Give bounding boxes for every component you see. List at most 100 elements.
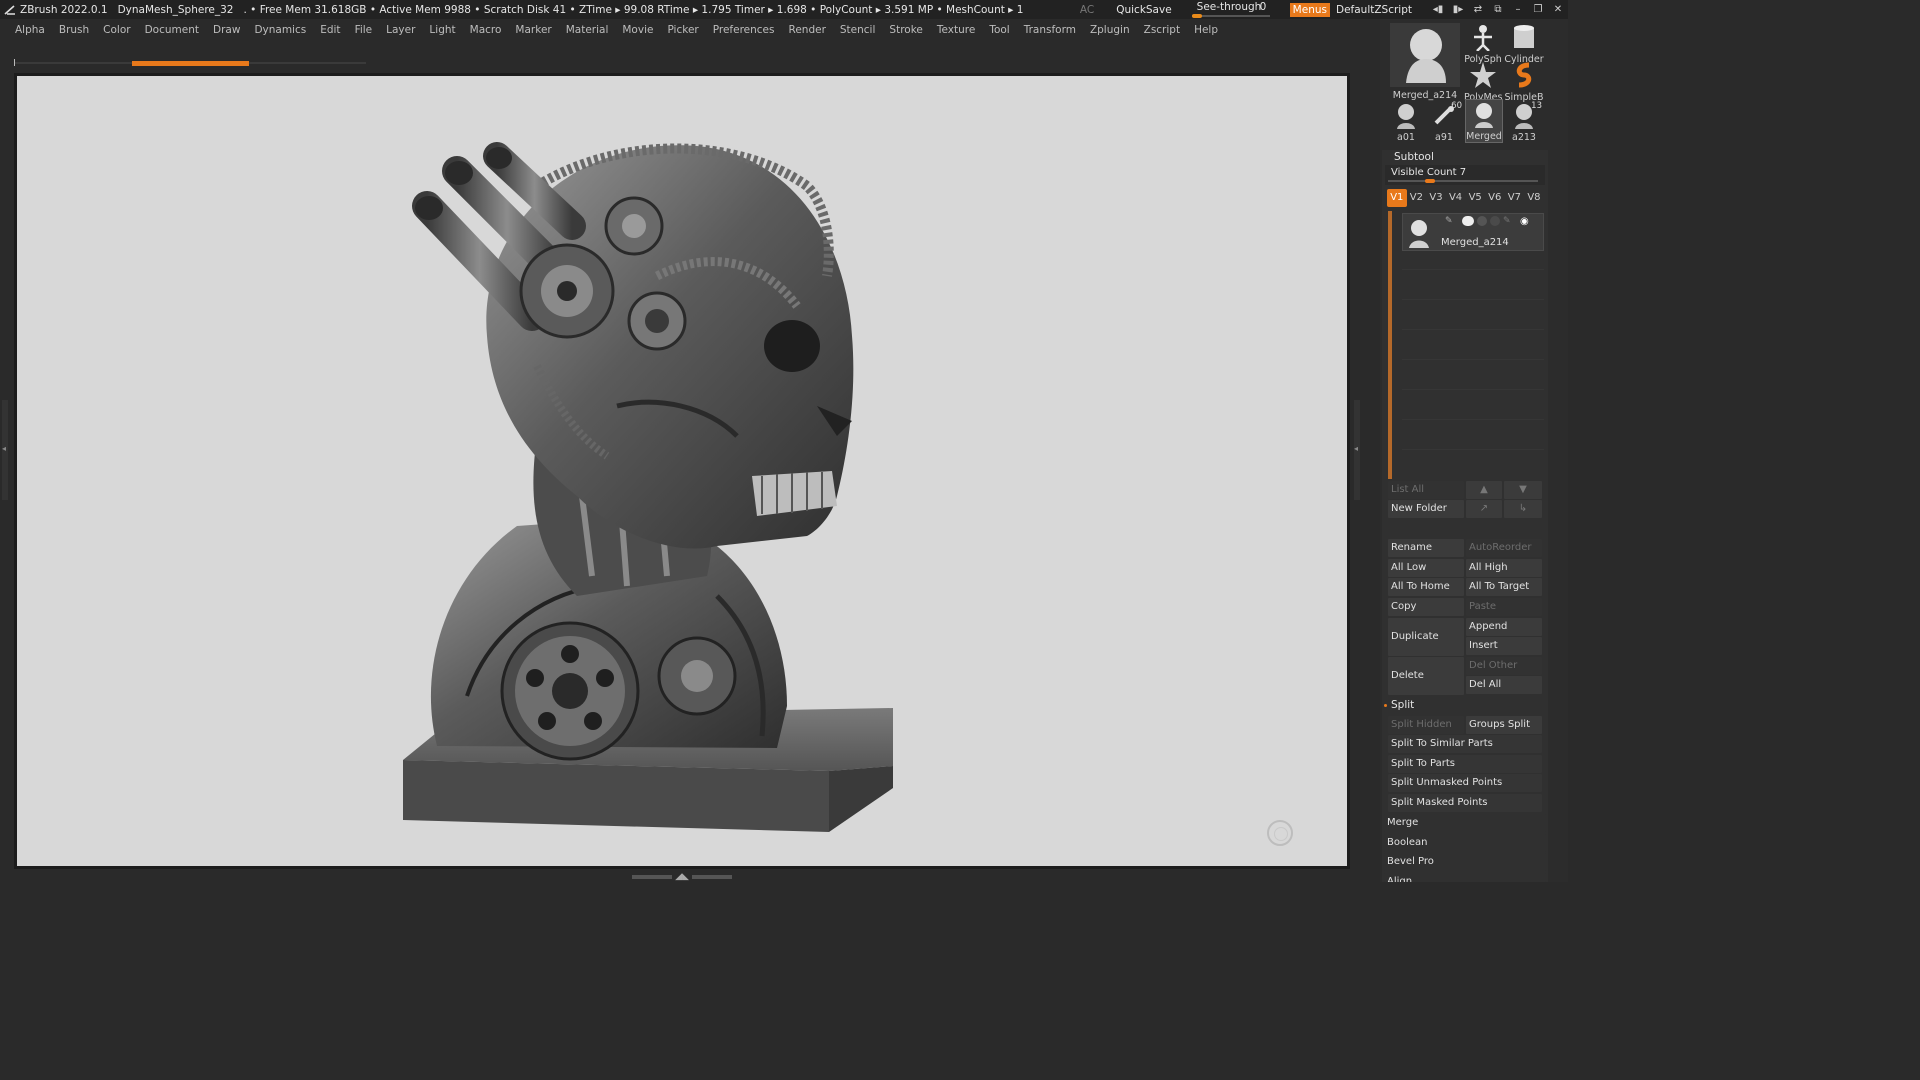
menu-macro[interactable]: Macro bbox=[463, 21, 509, 39]
see-through-slider[interactable]: See-through 0 bbox=[1191, 0, 1274, 19]
tab-v5[interactable]: V5 bbox=[1465, 189, 1485, 207]
tab-v6[interactable]: V6 bbox=[1485, 189, 1505, 207]
menu-picker[interactable]: Picker bbox=[660, 21, 705, 39]
append-button[interactable]: Append bbox=[1466, 618, 1542, 636]
split-section[interactable]: Split bbox=[1384, 696, 1414, 714]
menu-stroke[interactable]: Stroke bbox=[882, 21, 929, 39]
split-to-parts-button[interactable]: Split To Parts bbox=[1388, 755, 1542, 773]
visible-count-slider[interactable]: Visible Count 7 bbox=[1385, 165, 1545, 185]
all-low-button[interactable]: All Low bbox=[1388, 559, 1464, 577]
groups-split-button[interactable]: Groups Split bbox=[1466, 716, 1542, 734]
new-folder-button[interactable]: New Folder bbox=[1388, 500, 1464, 518]
auto-reorder-button[interactable]: AutoReorder bbox=[1466, 539, 1542, 557]
menu-help[interactable]: Help bbox=[1187, 21, 1225, 39]
move-to-folder-icon[interactable]: ↗ bbox=[1466, 500, 1502, 518]
subtool-item-merged-a214[interactable]: ✎ ✎ ◉ Merged_a214 bbox=[1402, 213, 1544, 251]
menu-document[interactable]: Document bbox=[138, 21, 206, 39]
rename-button[interactable]: Rename bbox=[1388, 539, 1464, 557]
tab-v4[interactable]: V4 bbox=[1446, 189, 1466, 207]
dock-icon[interactable]: ⧉ bbox=[1488, 0, 1508, 19]
align-section[interactable]: Align bbox=[1384, 873, 1546, 882]
material-toggle-icon[interactable] bbox=[1477, 216, 1487, 226]
menu-texture[interactable]: Texture bbox=[930, 21, 982, 39]
menu-alpha[interactable]: Alpha bbox=[8, 21, 52, 39]
bevel-pro-section[interactable]: Bevel Pro bbox=[1384, 853, 1546, 871]
bottom-tray-handle[interactable]: ◢◣ bbox=[630, 872, 734, 882]
paste-button[interactable]: Paste bbox=[1466, 598, 1542, 616]
menus-toggle[interactable]: Menus bbox=[1289, 2, 1330, 17]
tool-thumb-polysphere[interactable]: PolySph bbox=[1464, 23, 1502, 65]
tab-v2[interactable]: V2 bbox=[1407, 189, 1427, 207]
del-all-button[interactable]: Del All bbox=[1466, 676, 1542, 694]
move-down-icon[interactable]: ▼ bbox=[1504, 481, 1542, 499]
brush-toggle-icon[interactable]: ✎ bbox=[1445, 216, 1459, 226]
close-icon[interactable]: ✕ bbox=[1548, 0, 1568, 19]
menu-stencil[interactable]: Stencil bbox=[833, 21, 883, 39]
menu-zplugin[interactable]: Zplugin bbox=[1083, 21, 1137, 39]
layout-right-icon[interactable]: ▮▸ bbox=[1448, 0, 1468, 19]
subtool-list-scrollbar[interactable] bbox=[1388, 211, 1392, 479]
tab-v7[interactable]: V7 bbox=[1505, 189, 1525, 207]
viewport-canvas[interactable] bbox=[17, 76, 1347, 866]
cyborg-skull-bust-model[interactable] bbox=[17, 76, 1347, 866]
move-out-folder-icon[interactable]: ↳ bbox=[1504, 500, 1542, 518]
see-through-knob[interactable] bbox=[1191, 14, 1202, 18]
split-unmasked-points-button[interactable]: Split Unmasked Points bbox=[1388, 774, 1542, 792]
tool-thumb-polymesh[interactable]: PolyMes bbox=[1464, 61, 1502, 103]
tool-thumb-merged[interactable]: Merged bbox=[1465, 99, 1503, 143]
duplicate-button[interactable]: Duplicate bbox=[1388, 618, 1464, 656]
tool-thumb-a01[interactable]: a01 bbox=[1388, 101, 1424, 143]
all-high-button[interactable]: All High bbox=[1466, 559, 1542, 577]
menu-movie[interactable]: Movie bbox=[615, 21, 660, 39]
tool-thumb-a91[interactable]: 60 a91 bbox=[1426, 101, 1462, 143]
menu-zscript[interactable]: Zscript bbox=[1137, 21, 1187, 39]
layout-left-icon[interactable]: ◂▮ bbox=[1428, 0, 1448, 19]
delete-button[interactable]: Delete bbox=[1388, 657, 1464, 695]
menu-dynamics[interactable]: Dynamics bbox=[247, 21, 313, 39]
right-tray-handle[interactable]: ◂ bbox=[1354, 400, 1360, 500]
copy-button[interactable]: Copy bbox=[1388, 598, 1464, 616]
menu-color[interactable]: Color bbox=[96, 21, 137, 39]
menu-edit[interactable]: Edit bbox=[313, 21, 347, 39]
tab-v3[interactable]: V3 bbox=[1426, 189, 1446, 207]
menu-tool[interactable]: Tool bbox=[982, 21, 1016, 39]
eye-visibility-icon[interactable]: ◉ bbox=[1520, 216, 1534, 227]
quicksave-button[interactable]: QuickSave bbox=[1116, 4, 1171, 16]
tool-thumb-simplebrush[interactable]: SimpleB bbox=[1504, 61, 1544, 103]
swap-layout-icon[interactable]: ⇄ bbox=[1468, 0, 1488, 19]
menu-brush[interactable]: Brush bbox=[52, 21, 96, 39]
split-hidden-button[interactable]: Split Hidden bbox=[1388, 716, 1464, 734]
subtool-title[interactable]: Subtool bbox=[1382, 150, 1548, 165]
menu-file[interactable]: File bbox=[348, 21, 380, 39]
menu-material[interactable]: Material bbox=[559, 21, 616, 39]
default-zscript-button[interactable]: DefaultZScript bbox=[1336, 4, 1412, 16]
folder-toggle-icon[interactable] bbox=[1490, 216, 1500, 226]
tab-v8[interactable]: V8 bbox=[1524, 189, 1544, 207]
left-tray-handle[interactable]: ◂ bbox=[2, 400, 8, 500]
menu-marker[interactable]: Marker bbox=[508, 21, 558, 39]
tab-v1[interactable]: V1 bbox=[1387, 189, 1407, 207]
menu-preferences[interactable]: Preferences bbox=[706, 21, 782, 39]
tool-thumb-cylinder[interactable]: Cylinder bbox=[1504, 23, 1544, 65]
all-to-target-button[interactable]: All To Target bbox=[1466, 578, 1542, 596]
restore-icon[interactable]: ❐ bbox=[1528, 0, 1548, 19]
visible-count-knob[interactable] bbox=[1425, 179, 1435, 183]
tool-thumb-a213[interactable]: 13 a213 bbox=[1506, 101, 1542, 143]
tool-thumb-merged-a214[interactable]: Merged_a214 bbox=[1388, 23, 1462, 101]
boolean-section[interactable]: Boolean bbox=[1384, 834, 1546, 852]
move-up-icon[interactable]: ▲ bbox=[1466, 481, 1502, 499]
menu-render[interactable]: Render bbox=[782, 21, 833, 39]
navigation-gizmo-icon[interactable] bbox=[1267, 820, 1293, 846]
menu-transform[interactable]: Transform bbox=[1017, 21, 1083, 39]
insert-button[interactable]: Insert bbox=[1466, 637, 1542, 655]
all-to-home-button[interactable]: All To Home bbox=[1388, 578, 1464, 596]
polypaint-toggle-icon[interactable] bbox=[1462, 216, 1474, 226]
menu-draw[interactable]: Draw bbox=[206, 21, 247, 39]
del-other-button[interactable]: Del Other bbox=[1466, 657, 1542, 675]
list-all-button[interactable]: List All bbox=[1388, 481, 1464, 499]
menu-light[interactable]: Light bbox=[422, 21, 462, 39]
split-to-similar-parts-button[interactable]: Split To Similar Parts bbox=[1388, 735, 1542, 753]
menu-layer[interactable]: Layer bbox=[379, 21, 422, 39]
mask-toggle-icon[interactable]: ✎ bbox=[1503, 216, 1517, 226]
minimize-icon[interactable]: – bbox=[1508, 0, 1528, 19]
